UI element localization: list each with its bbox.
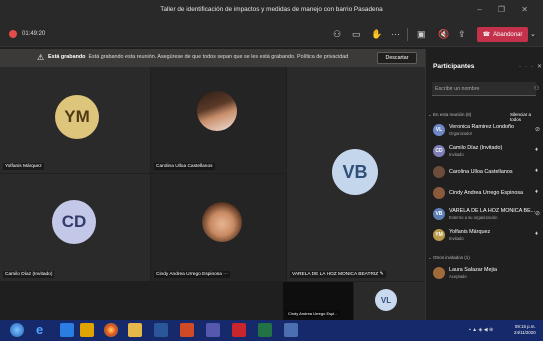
video-tile[interactable]: VB VARELA DE LA HOZ MONICA BEATRIZ ✎: [287, 67, 425, 281]
leave-label: Abandonar: [493, 31, 523, 38]
window-controls[interactable]: – ❐ ✕: [477, 5, 535, 14]
phone-icon: ☎: [482, 32, 491, 38]
avatar: VL: [433, 124, 445, 136]
participant-name: Camilo Díaz (Invitado): [3, 271, 55, 278]
participants-panel: Participantes ···✕ Escribir un nombre ⚇ …: [425, 49, 543, 320]
participant-role: Externo a su organización: [449, 215, 498, 220]
avatar: CD: [433, 145, 445, 157]
acrobat-icon[interactable]: [232, 323, 246, 337]
section-in-meeting[interactable]: ⌄ En esta reunión (8): [428, 112, 471, 118]
participant-photo: [202, 202, 242, 242]
participant-name: Camilo Díaz (Invitado): [449, 145, 503, 151]
folder-icon[interactable]: [128, 323, 142, 337]
share-icon[interactable]: ⇪: [458, 29, 466, 40]
panel-controls[interactable]: ···✕: [519, 63, 543, 70]
internet-explorer-icon[interactable]: e: [36, 323, 50, 337]
participant-row[interactable]: CD Camilo Díaz (Invitado) Invitado ♦: [432, 143, 540, 161]
camera-icon[interactable]: ▣: [417, 29, 426, 40]
mic-icon: ♦: [535, 147, 539, 153]
taskbar: e ▪ ▲ ◈ ◀ ⊕ 09:15 p.m. 24/11/2020: [0, 320, 543, 341]
participant-role: Aceptado: [449, 274, 467, 279]
start-button[interactable]: [10, 323, 24, 337]
participant-row[interactable]: Carolina Ulloa Castellanos ♦: [432, 164, 540, 182]
mic-icon: ♦: [535, 168, 539, 174]
empty-stage: [0, 282, 282, 320]
app-icon[interactable]: [284, 323, 298, 337]
chevron-down-icon[interactable]: ⌄: [530, 30, 536, 38]
avatar: [433, 187, 445, 199]
participant-row[interactable]: Laura Salazar Mejia Aceptado: [432, 265, 540, 283]
participant-search-input[interactable]: Escribir un nombre: [432, 82, 536, 96]
participant-name: Cindy Andrea Urrego Espi...: [286, 310, 340, 317]
more-icon[interactable]: ···: [391, 29, 400, 39]
participant-row[interactable]: VL Veronica Ramirez Londoño Organizador …: [432, 122, 540, 140]
teams-icon[interactable]: [206, 323, 220, 337]
video-tile[interactable]: VL: [354, 282, 425, 320]
title-bar: Taller de identificación de impactos y m…: [0, 0, 543, 22]
avatar: [433, 267, 445, 279]
mic-icon: ♦: [535, 231, 539, 237]
warning-icon: ⚠: [37, 53, 45, 62]
word-icon[interactable]: [154, 323, 168, 337]
file-explorer-icon[interactable]: [80, 323, 94, 337]
avatar: YM: [55, 95, 99, 139]
participant-name: Cindy Andrea Urrego Espinosa ···: [154, 271, 231, 278]
window-title: Taller de identificación de impactos y m…: [160, 6, 383, 13]
mic-off-icon: ⊘: [535, 211, 541, 217]
participant-role: Invitado: [449, 152, 464, 157]
participant-role: Invitado: [449, 236, 464, 241]
system-tray[interactable]: ▪ ▲ ◈ ◀ ⊕: [469, 327, 493, 333]
meeting-timer: 01:49:20: [22, 31, 46, 37]
pin-icon: ✎: [379, 272, 384, 277]
participant-photo: [197, 91, 237, 131]
participant-name: Yolfanis Márquez: [449, 229, 491, 235]
search-placeholder: Escribir un nombre: [435, 85, 480, 92]
participant-role: Organizador: [449, 131, 473, 136]
participant-name: VARELA DE LA HOZ MONICA BE...: [449, 208, 536, 214]
avatar: [433, 166, 445, 178]
chrome-icon[interactable]: [104, 323, 118, 337]
toolbar-divider: [407, 28, 408, 41]
avatar: CD: [52, 200, 96, 244]
people-icon[interactable]: ⚇: [333, 29, 341, 40]
recording-indicator-icon: [9, 30, 17, 38]
mic-icon: ♦: [535, 189, 539, 195]
mic-off-icon: ⊘: [535, 127, 541, 133]
raise-hand-icon[interactable]: ✋: [371, 29, 382, 40]
avatar: YM: [433, 229, 445, 241]
avatar: VB: [332, 149, 378, 195]
self-preview-tile[interactable]: Cindy Andrea Urrego Espi...: [283, 282, 353, 320]
meeting-toolbar: 01:49:20 ⚇ ▭ ✋ ··· ▣ 🔇 ⇪ ☎ Abandonar ⌄: [0, 22, 543, 47]
clock[interactable]: 09:15 p.m. 24/11/2020: [514, 324, 536, 336]
recording-banner: ⚠ Está grabando Está grabando esta reuni…: [0, 49, 425, 67]
participant-row[interactable]: VB VARELA DE LA HOZ MONICA BE... Externo…: [432, 206, 540, 224]
avatar: VL: [375, 289, 397, 311]
mute-all-button[interactable]: Silenciar a todos: [510, 112, 543, 122]
avatar: VB: [433, 208, 445, 220]
mic-icon[interactable]: 🔇: [438, 29, 449, 40]
participant-name: VARELA DE LA HOZ MONICA BEATRIZ ✎: [290, 271, 386, 278]
leave-button[interactable]: ☎ Abandonar: [477, 27, 528, 42]
dismiss-button[interactable]: Descartar: [377, 52, 417, 64]
video-tile[interactable]: CD Camilo Díaz (Invitado): [0, 174, 150, 281]
participant-name: Veronica Ramirez Londoño: [449, 124, 515, 130]
participant-name: Carolina Ulloa Castellanos: [154, 163, 215, 170]
video-tile[interactable]: Cindy Andrea Urrego Espinosa ···: [151, 174, 286, 281]
participant-name: Yolfanis Márquez: [3, 163, 44, 170]
video-tile[interactable]: Carolina Ulloa Castellanos: [151, 67, 286, 173]
participant-name: Cindy Andrea Urrego Espinosa: [449, 190, 524, 196]
banner-text: Está grabando Está grabando esta reunión…: [48, 54, 349, 60]
participant-name: Laura Salazar Mejia: [449, 267, 497, 273]
panel-title: Participantes: [433, 63, 475, 70]
add-person-icon[interactable]: ⚇: [534, 85, 539, 92]
section-other-invitees[interactable]: ⌄ Otros invitados (1): [428, 255, 470, 261]
participant-row[interactable]: Cindy Andrea Urrego Espinosa ♦: [432, 185, 540, 203]
participant-name: Carolina Ulloa Castellanos: [449, 169, 513, 175]
video-tile[interactable]: YM Yolfanis Márquez: [0, 67, 150, 173]
powerpoint-icon[interactable]: [180, 323, 194, 337]
participant-row[interactable]: YM Yolfanis Márquez Invitado ♦: [432, 227, 540, 245]
chat-icon[interactable]: ▭: [352, 29, 361, 40]
excel-icon[interactable]: [258, 323, 272, 337]
media-player-icon[interactable]: [60, 323, 74, 337]
